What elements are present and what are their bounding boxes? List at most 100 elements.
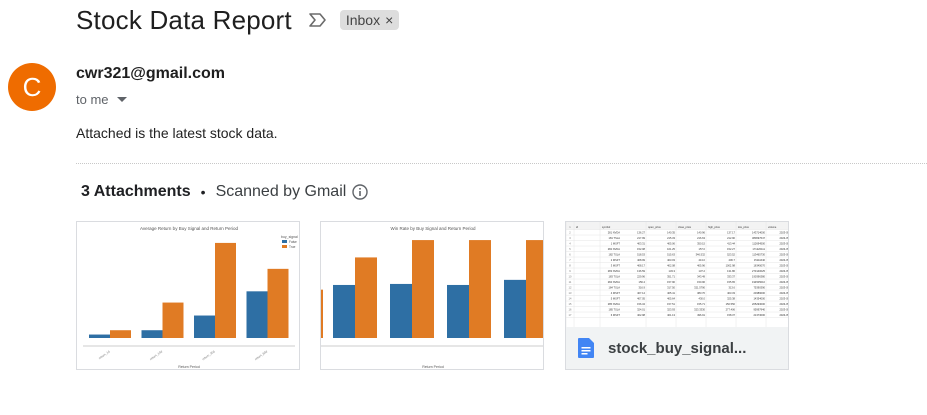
x-axis-label: Return Period xyxy=(178,365,200,369)
table-cell: 229.96 xyxy=(637,275,645,279)
table-cell: 380697647 xyxy=(752,236,766,240)
separator-dot: • xyxy=(200,184,206,200)
win-rate-chart-thumbnail: Win Rate by Buy Signal and Return Period… xyxy=(321,226,543,369)
table-cell: 183 TSLA xyxy=(609,275,621,279)
table-cell: 184 TSLA xyxy=(609,286,621,290)
bar-return_10d-False xyxy=(141,330,163,338)
table-cell: 156.34 xyxy=(637,302,645,306)
table-cell: 3 MSFT xyxy=(611,264,621,268)
table-cell: 346.532 xyxy=(696,253,706,257)
recipient-summary[interactable]: to me xyxy=(76,92,127,107)
table-cell: 2023-05 xyxy=(779,231,789,235)
table-cell: 217.99 xyxy=(637,236,645,240)
table-cell: 317.50 xyxy=(667,286,675,290)
table-cell: 181 TSLA xyxy=(609,236,621,240)
table-cell: 133.3 xyxy=(669,269,676,273)
legend-label: True xyxy=(289,245,296,249)
table-cell: 282 NVDA xyxy=(608,247,621,251)
legend-label: False xyxy=(289,240,297,244)
table-cell: 281 NVDA xyxy=(608,231,621,235)
table-cell: 343.49 xyxy=(697,275,705,279)
table-cell: 75390390 xyxy=(753,286,765,290)
attachment-tile-spreadsheet[interactable]: 1 id symbol open_price close_price high_price… xyxy=(565,221,789,370)
column-header: low_price xyxy=(738,225,750,229)
chart-legend: FalseTrue xyxy=(282,240,297,249)
table-cell: 16345070 xyxy=(753,264,765,268)
column-header: high_price xyxy=(708,225,721,229)
table-cell: 143714000 xyxy=(752,231,766,235)
show-details-dropdown-icon[interactable] xyxy=(116,97,127,102)
table-cell: 5 MSFT xyxy=(611,297,621,301)
table-cell: 136.27 xyxy=(637,231,645,235)
attachment-file-name: stock_buy_signal... xyxy=(608,339,747,357)
bar-return_60d-True xyxy=(267,268,289,338)
attachments-count: 3 Attachments xyxy=(81,183,191,200)
table-cell: 2023-05 xyxy=(779,264,789,268)
legend-swatch-True xyxy=(282,245,287,248)
bar xyxy=(355,257,377,338)
important-marker-icon[interactable] xyxy=(308,12,328,28)
table-cell: 2023-05 xyxy=(779,313,789,317)
tick-label: return_60d xyxy=(254,349,268,361)
table-cell: 157.90 xyxy=(667,280,675,284)
tick-label: return_30d xyxy=(201,349,215,361)
tick-label: return_10d xyxy=(149,349,163,361)
table-cell: 205293000 xyxy=(752,302,766,306)
table-cell: 403.31 xyxy=(637,242,645,246)
table-cell: 95997940 xyxy=(753,308,765,312)
bar-return_10d-True xyxy=(162,302,184,338)
legend-title: buy_signal xyxy=(281,235,298,239)
table-cell: 405.64 xyxy=(667,297,675,301)
table-cell: 137.17 xyxy=(727,231,735,235)
table-cell: 2023-05 xyxy=(779,291,789,295)
table-cell: 405.41 xyxy=(667,291,675,295)
bar-partial xyxy=(321,289,323,338)
table-cell: 21373000 xyxy=(753,313,765,317)
sender-avatar[interactable]: C xyxy=(8,63,56,111)
table-cell: 405.06 xyxy=(667,242,675,246)
table-cell: 15111640 xyxy=(754,258,766,262)
table-cell: 518.53 xyxy=(637,253,645,257)
email-subject: Stock Data Report xyxy=(76,4,292,35)
attachment-tile-chart-1[interactable]: Average Return by Buy Signal and Return … xyxy=(76,221,300,370)
table-cell: 313.6 xyxy=(729,286,736,290)
table-cell: 156.4 xyxy=(639,280,646,284)
bar xyxy=(469,240,491,338)
table-cell: 408.99 xyxy=(637,258,645,262)
column-header: close_price xyxy=(678,225,692,229)
table-cell: 333.37 xyxy=(727,275,735,279)
bars-group xyxy=(89,242,289,338)
bar-return_30d-False xyxy=(194,315,215,338)
table-cell: 131.86 xyxy=(727,269,735,273)
table-cell: 150.96 xyxy=(697,280,705,284)
sender-email[interactable]: cwr321@gmail.com xyxy=(76,65,225,83)
message-body: Attached is the latest stock data. xyxy=(76,125,278,141)
recipient-label: to me xyxy=(76,92,109,107)
table-cell: 157.0 xyxy=(699,247,706,251)
table-cell: 323.3330 xyxy=(694,308,705,312)
table-cell: 113465730 xyxy=(752,253,765,257)
tick-label: return_1d xyxy=(98,349,111,360)
attachments-divider xyxy=(76,163,927,164)
table-cell: 273140025 xyxy=(752,269,766,273)
table-cell: 283 NVDA xyxy=(608,269,621,273)
column-header: symbol xyxy=(602,225,611,229)
table-cell: 401.13 xyxy=(667,313,675,317)
table-cell: 2023-05 xyxy=(779,269,789,273)
table-cell: 496.91 xyxy=(697,313,705,317)
table-cell: 2023-05 xyxy=(779,253,789,257)
table-cell: 316.9 xyxy=(639,286,646,290)
table-cell: 171220111 xyxy=(752,247,765,251)
table-cell: 182 TSLA xyxy=(609,253,621,257)
table-cell: 403.03 xyxy=(667,258,675,262)
table-cell: 405.96 xyxy=(697,264,705,268)
table-cell: 383.70 xyxy=(697,291,705,295)
table-cell: 413.0 xyxy=(699,258,706,262)
inbox-label-chip[interactable]: Inbox × xyxy=(339,10,400,30)
attachment-tile-chart-2[interactable]: Win Rate by Buy Signal and Return Period… xyxy=(320,221,544,370)
table-cell: 158.37 xyxy=(727,313,735,317)
table-cell: 140.96 xyxy=(697,231,705,235)
info-icon[interactable] xyxy=(352,184,368,200)
table-cell: 20389000 xyxy=(753,291,765,295)
remove-label-button[interactable]: × xyxy=(385,12,393,28)
